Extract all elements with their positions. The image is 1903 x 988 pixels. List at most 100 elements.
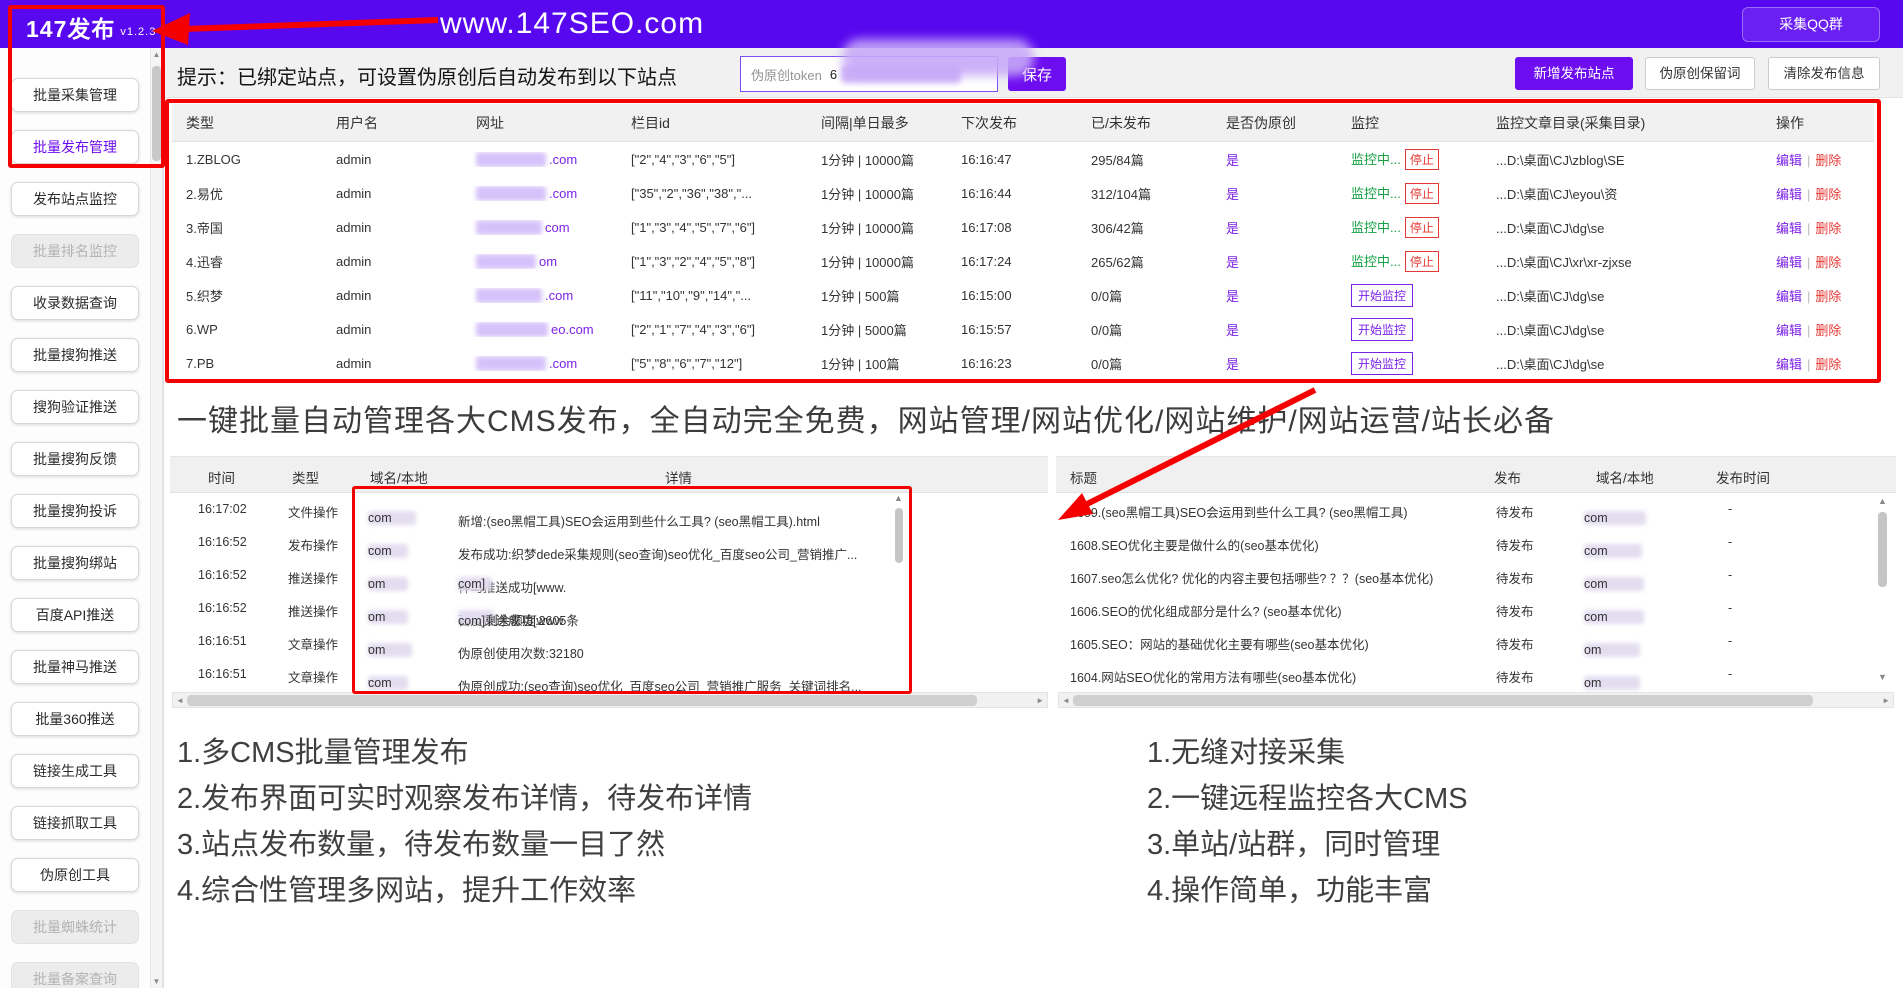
scroll-down-icon[interactable]: ▼ xyxy=(151,977,162,986)
scroll-up-icon[interactable]: ▲ xyxy=(1878,496,1887,506)
table-row: 4.迅睿 admin om ["1","3","2","4","5","8"] … xyxy=(172,244,1874,278)
sidebar-item-sogou-complaint[interactable]: 批量搜狗投诉 xyxy=(11,494,139,528)
log-type: 推送操作 xyxy=(288,568,338,587)
scroll-left-icon[interactable]: ◄ xyxy=(176,696,184,705)
cell-type: 2.易优 xyxy=(172,184,322,203)
table-row: 7.PB admin .com ["5","8","6","7","12"] 1… xyxy=(172,346,1874,380)
blurred-domain xyxy=(476,186,546,201)
log-type: 发布操作 xyxy=(288,535,338,554)
edit-link[interactable]: 编辑 xyxy=(1776,187,1802,202)
stop-monitor-button[interactable]: 停止 xyxy=(1405,183,1439,204)
queue-status: 待发布 xyxy=(1496,568,1534,587)
publish-panel-body: 1609.(seo黑帽工具)SEO会运用到些什么工具? (seo黑帽工具) 待发… xyxy=(1056,493,1896,691)
cell-type: 3.帝国 xyxy=(172,218,322,237)
queue-time: - xyxy=(1728,667,1732,681)
publish-row: 1605.SEO：网站的基础优化主要有哪些(seo基本优化) 待发布 om - xyxy=(1056,625,1896,658)
cell-interval: 1分钟 | 5000篇 xyxy=(807,320,947,339)
log-panel-header: 时间 类型 域名/本地 详情 xyxy=(170,457,1048,493)
sidebar-item-link-grab[interactable]: 链接抓取工具 xyxy=(11,806,139,840)
start-monitor-button[interactable]: 开始监控 xyxy=(1351,352,1413,375)
scroll-up-icon[interactable]: ▲ xyxy=(151,50,162,59)
scroll-down-icon[interactable]: ▼ xyxy=(1878,672,1887,682)
scroll-left-icon[interactable]: ◄ xyxy=(1062,696,1070,705)
delete-link[interactable]: 删除 xyxy=(1815,289,1841,304)
edit-link[interactable]: 编辑 xyxy=(1776,289,1802,304)
queue-title: 1607.seo怎么优化? 优化的内容主要包括哪些? ？？(seo基本优化) xyxy=(1070,568,1433,587)
cell-pseudo: 是 xyxy=(1212,320,1337,339)
cell-published: 306/42篇 xyxy=(1077,218,1212,237)
cell-monitor: 监控中...停止 xyxy=(1337,217,1482,238)
pseudo-keep-words-button[interactable]: 伪原创保留词 xyxy=(1645,57,1755,90)
scrollbar-thumb[interactable] xyxy=(1073,695,1813,706)
sidebar-item-sogou-bind[interactable]: 批量搜狗绑站 xyxy=(11,546,139,580)
col-header-actions: 操作 xyxy=(1762,113,1868,133)
edit-link[interactable]: 编辑 xyxy=(1776,255,1802,270)
sidebar-scrollbar[interactable]: ▲ ▼ xyxy=(150,48,163,988)
sidebar-item-sogou-feedback[interactable]: 批量搜狗反馈 xyxy=(11,442,139,476)
cell-pseudo: 是 xyxy=(1212,184,1337,203)
cell-monitor: 监控中...停止 xyxy=(1337,251,1482,272)
col-header-columnid: 栏目id xyxy=(617,113,807,133)
queue-time: - xyxy=(1728,568,1732,582)
col-header-time: 时间 xyxy=(208,467,235,487)
scrollbar-thumb[interactable] xyxy=(1878,512,1887,587)
sidebar-item-index-query[interactable]: 收录数据查询 xyxy=(11,286,139,320)
edit-link[interactable]: 编辑 xyxy=(1776,153,1802,168)
cell-next: 16:15:00 xyxy=(947,288,1077,303)
log-time: 16:16:51 xyxy=(198,634,247,648)
cell-dir: ...D:\桌面\CJ\zblog\SE xyxy=(1482,150,1762,169)
cell-dir: ...D:\桌面\CJ\dg\se xyxy=(1482,286,1762,305)
blurred-domain xyxy=(476,220,542,235)
url-suffix: eo.com xyxy=(551,322,594,337)
log-row: 16:17:02 文件操作 com 新增:(seo黑帽工具)SEO会运用到些什么… xyxy=(170,493,1048,526)
cell-url: om xyxy=(462,254,617,269)
delete-link[interactable]: 删除 xyxy=(1815,221,1841,236)
cell-pseudo: 是 xyxy=(1212,286,1337,305)
sidebar-item-sogou-push[interactable]: 批量搜狗推送 xyxy=(11,338,139,372)
sidebar-item-batch-publish[interactable]: 批量发布管理 xyxy=(11,130,139,164)
scroll-up-icon[interactable]: ▲ xyxy=(894,493,903,503)
clear-publish-info-button[interactable]: 清除发布信息 xyxy=(1768,57,1880,90)
sidebar-item-360-push[interactable]: 批量360推送 xyxy=(11,702,139,736)
publish-horizontal-scrollbar[interactable]: ◄ ► xyxy=(1058,692,1894,708)
edit-link[interactable]: 编辑 xyxy=(1776,323,1802,338)
site-url-text: www.147SEO.com xyxy=(440,7,704,41)
feature-item: 4.操作简单，功能丰富 xyxy=(1147,868,1468,914)
log-panel: 时间 类型 域名/本地 详情 16:17:02 文件操作 com 新增:(seo… xyxy=(170,456,1048,691)
sidebar-item-site-monitor[interactable]: 发布站点监控 xyxy=(11,182,139,216)
log-horizontal-scrollbar[interactable]: ◄ ► xyxy=(172,692,1048,708)
sidebar-item-pseudo-original[interactable]: 伪原创工具 xyxy=(11,858,139,892)
edit-link[interactable]: 编辑 xyxy=(1776,221,1802,236)
start-monitor-button[interactable]: 开始监控 xyxy=(1351,284,1413,307)
stop-monitor-button[interactable]: 停止 xyxy=(1405,251,1439,272)
sidebar-item-shenma-push[interactable]: 批量神马推送 xyxy=(11,650,139,684)
scroll-right-icon[interactable]: ► xyxy=(1036,696,1044,705)
url-suffix: .com xyxy=(545,288,573,303)
sidebar-item-sogou-verify-push[interactable]: 搜狗验证推送 xyxy=(11,390,139,424)
scroll-right-icon[interactable]: ► xyxy=(1882,696,1890,705)
scrollbar-thumb[interactable] xyxy=(152,66,161,161)
cell-published: 295/84篇 xyxy=(1077,150,1212,169)
delete-link[interactable]: 删除 xyxy=(1815,187,1841,202)
delete-link[interactable]: 删除 xyxy=(1815,357,1841,372)
publish-panel-header: 标题 发布 域名/本地 发布时间 xyxy=(1056,457,1896,493)
scrollbar-thumb[interactable] xyxy=(187,695,977,706)
delete-link[interactable]: 删除 xyxy=(1815,255,1841,270)
stop-monitor-button[interactable]: 停止 xyxy=(1405,217,1439,238)
cell-monitor: 监控中...停止 xyxy=(1337,149,1482,170)
log-type: 推送操作 xyxy=(288,601,338,620)
qq-group-button[interactable]: 采集QQ群 xyxy=(1742,7,1880,42)
monitoring-status: 监控中... xyxy=(1351,186,1401,201)
sidebar-item-link-generate[interactable]: 链接生成工具 xyxy=(11,754,139,788)
delete-link[interactable]: 删除 xyxy=(1815,153,1841,168)
add-publish-site-button[interactable]: 新增发布站点 xyxy=(1515,57,1633,90)
sidebar-item-baidu-api-push[interactable]: 百度API推送 xyxy=(11,598,139,632)
start-monitor-button[interactable]: 开始监控 xyxy=(1351,318,1413,341)
edit-link[interactable]: 编辑 xyxy=(1776,357,1802,372)
sidebar-item-batch-collect[interactable]: 批量采集管理 xyxy=(11,78,139,112)
scrollbar-thumb[interactable] xyxy=(895,508,903,563)
delete-link[interactable]: 删除 xyxy=(1815,323,1841,338)
cell-published: 0/0篇 xyxy=(1077,354,1212,373)
publish-sites-table: 类型 用户名 网址 栏目id 间隔|单日最多 下次发布 已/未发布 是否伪原创 … xyxy=(172,104,1874,380)
stop-monitor-button[interactable]: 停止 xyxy=(1405,149,1439,170)
